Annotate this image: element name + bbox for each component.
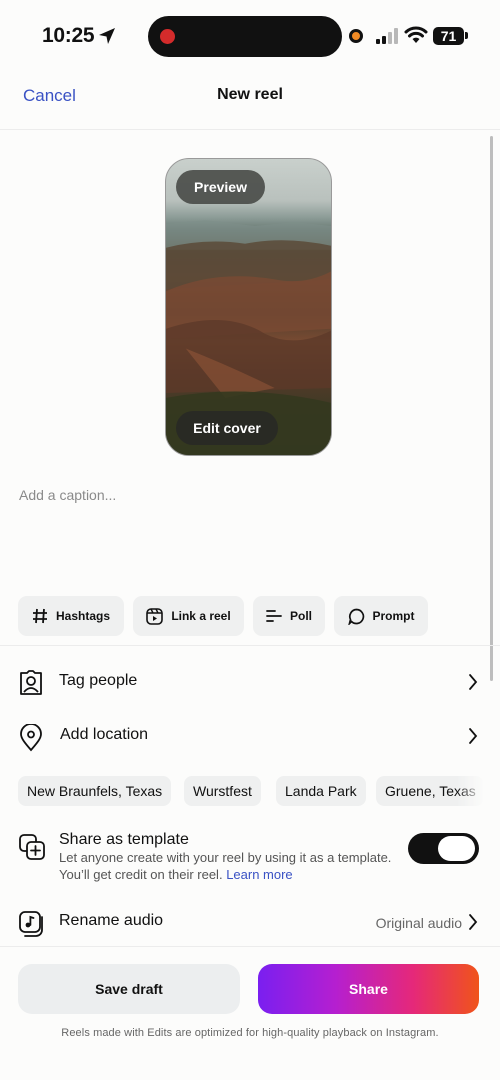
poll-chip[interactable]: Poll — [253, 596, 325, 636]
add-location-row[interactable]: Add location — [0, 712, 490, 762]
tag-people-row[interactable]: Tag people — [0, 658, 490, 708]
status-time: 10:25 — [42, 24, 95, 47]
navigation-bar: Cancel New reel — [0, 72, 500, 130]
audio-icon — [18, 910, 46, 943]
location-suggestion[interactable]: Landa Park — [276, 776, 366, 806]
link-a-reel-chip[interactable]: Link a reel — [133, 596, 244, 636]
hashtag-icon — [32, 608, 48, 624]
chevron-right-icon — [469, 674, 478, 690]
tag-people-icon — [18, 670, 44, 701]
chevron-right-icon — [469, 914, 478, 930]
location-suggestion[interactable]: Gruene, Texas — [376, 776, 484, 806]
share-as-template-label: Share as template — [59, 831, 189, 848]
location-suggestion[interactable]: New Braunfels, Texas — [18, 776, 172, 806]
reel-cover-preview[interactable]: Preview Edit cover — [165, 158, 332, 456]
hashtags-chip[interactable]: Hashtags — [18, 596, 124, 636]
tag-people-label: Tag people — [59, 672, 138, 689]
scroll-indicator[interactable] — [490, 136, 493, 681]
share-button[interactable]: Share — [258, 964, 479, 1014]
rename-audio-label: Rename audio — [59, 912, 164, 929]
chip-label: Link a reel — [171, 609, 231, 623]
location-pin-icon — [18, 723, 44, 757]
caption-input[interactable]: Add a caption... — [19, 487, 116, 503]
audio-name-value: Original audio — [375, 915, 462, 931]
toggle-knob — [438, 836, 475, 861]
recording-dot-icon — [160, 29, 175, 44]
add-location-label: Add location — [60, 726, 149, 743]
chip-label: Poll — [289, 609, 312, 623]
battery-cap — [465, 32, 468, 39]
status-bar: 10:25 71 — [0, 0, 500, 72]
edit-cover-button[interactable]: Edit cover — [176, 411, 278, 445]
section-divider — [0, 645, 500, 646]
share-as-template-description: Let anyone create with your reel by usin… — [59, 849, 394, 883]
chip-label: Hashtags — [55, 609, 111, 623]
poll-icon — [266, 609, 282, 623]
wifi-icon — [404, 26, 428, 43]
chevron-right-icon — [469, 728, 478, 744]
location-arrow-icon — [99, 28, 115, 44]
dynamic-island — [148, 16, 342, 57]
share-as-template-toggle[interactable] — [408, 833, 479, 864]
cellular-signal-icon — [376, 28, 400, 44]
prompt-chip[interactable]: Prompt — [334, 596, 428, 636]
page-title: New reel — [217, 86, 283, 103]
prompt-bubble-icon — [347, 608, 365, 625]
camera-in-use-icon — [349, 29, 363, 43]
reel-link-icon — [146, 607, 164, 625]
template-icon — [18, 833, 46, 866]
footnote-text: Reels made with Edits are optimized for … — [61, 1027, 439, 1039]
learn-more-link[interactable]: Learn more — [226, 867, 292, 882]
location-suggestion[interactable]: Wurstfest — [184, 776, 261, 806]
save-draft-button[interactable]: Save draft — [18, 964, 240, 1014]
preview-button[interactable]: Preview — [176, 170, 265, 204]
battery-icon: 71 — [433, 27, 464, 45]
chip-label: Prompt — [372, 609, 415, 623]
